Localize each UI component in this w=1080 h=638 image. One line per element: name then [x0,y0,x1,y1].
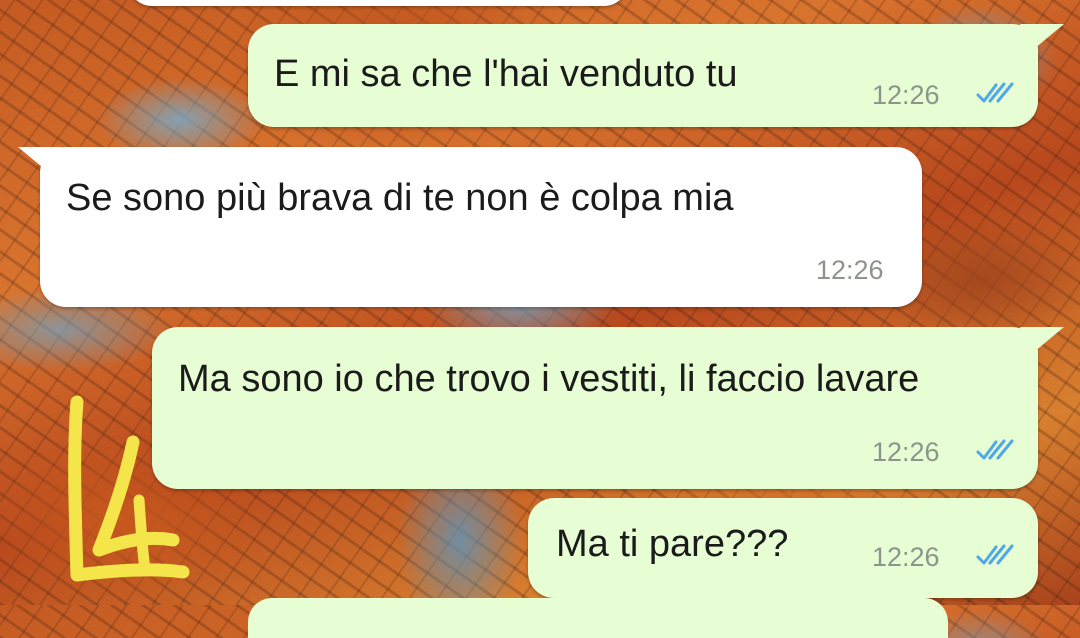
message-time: 12:26 [816,255,884,285]
message-bubble-outgoing[interactable]: Ma sono io che trovo i vestiti, li facci… [152,327,1038,489]
previous-message-bubble[interactable] [128,0,628,6]
message-time: 12:26 [872,542,940,572]
next-message-bubble[interactable] [248,598,948,638]
message-text: Ma sono io che trovo i vestiti, li facci… [178,358,920,400]
double-check-read-icon [976,82,1014,103]
bubble-tail-outgoing [1020,327,1064,357]
message-bubble-incoming[interactable]: Se sono più brava di te non è colpa mia … [40,147,922,307]
double-check-read-icon [976,544,1014,565]
bubble-tail-outgoing [1020,24,1064,54]
message-time: 12:26 [872,80,940,110]
message-bubble-outgoing[interactable]: E mi sa che l'hai venduto tu 12:26 [248,24,1038,127]
handwritten-annotation-mark [68,395,190,582]
message-text: Ma ti pare??? [556,523,789,565]
message-text: Se sono più brava di te non è colpa mia [66,177,734,219]
double-check-read-icon [976,439,1014,460]
message-time: 12:26 [872,437,940,467]
bubble-tail-incoming [18,147,62,177]
message-text: E mi sa che l'hai venduto tu [274,53,738,95]
message-bubble-outgoing[interactable]: Ma ti pare??? 12:26 [528,498,1038,598]
